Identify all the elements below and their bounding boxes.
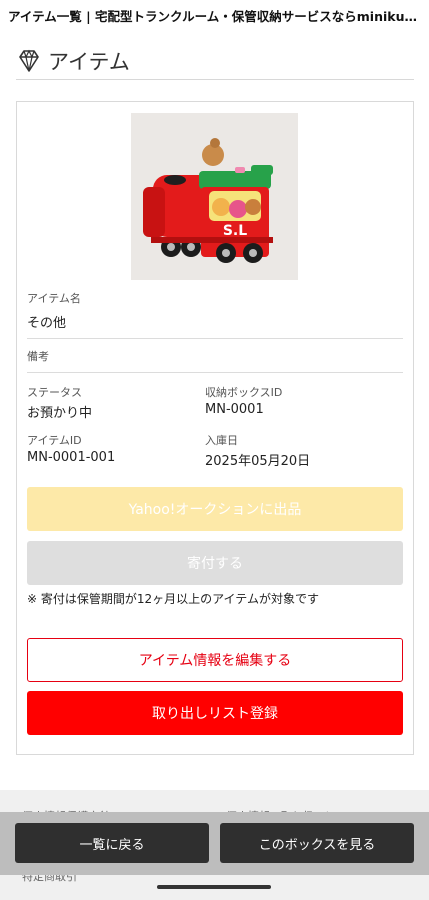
- view-box-button[interactable]: このボックスを見る: [220, 823, 414, 863]
- page-title: アイテム: [48, 49, 130, 74]
- browser-page-title: アイテム一覧 | 宅配型トランクルーム・保管収納サービスならminikura（ミ…: [8, 9, 429, 24]
- item-name-value: その他: [27, 316, 67, 331]
- item-name-label: アイテム名: [27, 292, 81, 305]
- item-id-value: MN-0001-001: [27, 450, 116, 465]
- page-heading: アイテム: [16, 42, 414, 80]
- divider: [27, 372, 403, 373]
- home-indicator[interactable]: [157, 885, 271, 889]
- diamond-icon: [19, 49, 39, 72]
- edit-item-button[interactable]: アイテム情報を編集する: [27, 638, 403, 682]
- divider: [27, 338, 403, 339]
- item-id-label: アイテムID: [27, 434, 82, 447]
- donate-button[interactable]: 寄付する: [27, 541, 403, 585]
- add-to-retrieval-list-button[interactable]: 取り出しリスト登録: [27, 691, 403, 735]
- donate-note: ※ 寄付は保管期間が12ヶ月以上のアイテムが対象です: [27, 592, 319, 606]
- item-detail-card: S.L アイテム名 その他 備考 ステータス お預かり中 収納ボックスID MN…: [16, 101, 414, 755]
- entry-date-label: 入庫日: [205, 434, 238, 447]
- remarks-label: 備考: [27, 350, 49, 363]
- box-id-label: 収納ボックスID: [205, 386, 283, 399]
- box-id-value: MN-0001: [205, 402, 264, 417]
- back-to-list-button[interactable]: 一覧に戻る: [15, 823, 209, 863]
- status-label: ステータス: [27, 386, 82, 399]
- status-value: お預かり中: [27, 406, 93, 421]
- toy-train-image: S.L: [131, 113, 298, 280]
- yahoo-auction-button[interactable]: Yahoo!オークションに出品: [27, 487, 403, 531]
- bottom-action-bar: 一覧に戻る このボックスを見る: [0, 812, 429, 875]
- entry-date-value: 2025年05月20日: [205, 454, 311, 469]
- train-sl-text: S.L: [223, 223, 247, 239]
- item-photo[interactable]: S.L: [131, 113, 298, 280]
